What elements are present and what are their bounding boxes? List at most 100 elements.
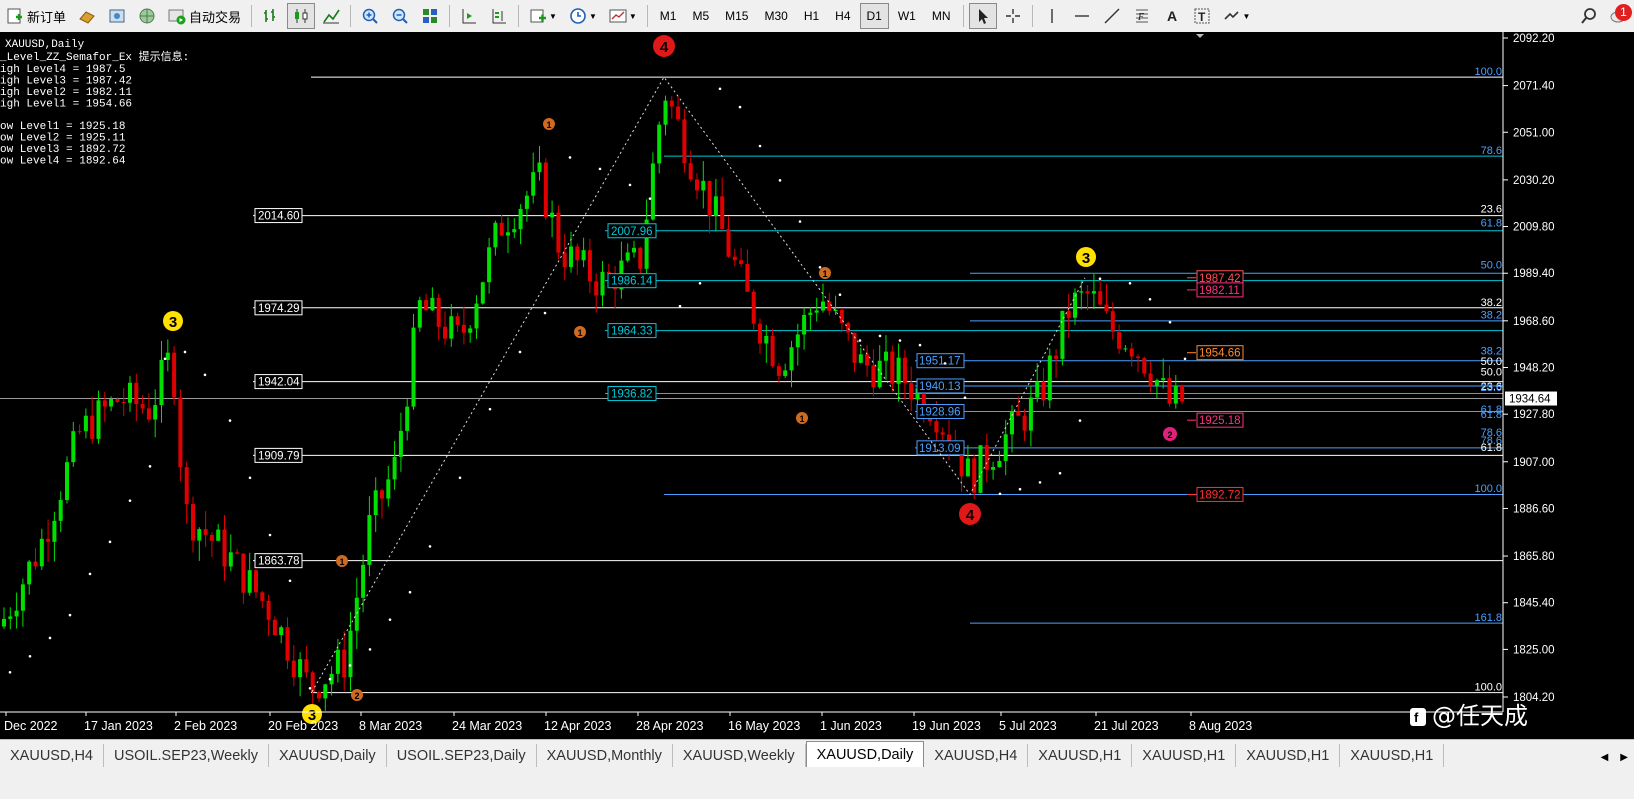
tile-windows-button[interactable]: [416, 3, 444, 29]
semafor-marker-label: 3: [169, 314, 177, 331]
vertical-line-button[interactable]: [1038, 3, 1066, 29]
candle-body: [581, 250, 586, 261]
chart-tab[interactable]: XAUUSD,Daily: [269, 744, 387, 768]
cursor-button[interactable]: [968, 3, 997, 29]
auto-trade-button[interactable]: 自动交易: [163, 3, 246, 29]
candle-body: [707, 180, 712, 217]
timeframe-m1-button[interactable]: M1: [653, 3, 684, 29]
new-order-button[interactable]: 新订单: [1, 3, 71, 29]
sar-dot: [998, 492, 1002, 496]
date-axis-label: 16 May 2023: [728, 719, 800, 733]
semafor-marker-label: 4: [660, 39, 669, 56]
line-chart-button[interactable]: [317, 3, 345, 29]
candlestick-chart-button[interactable]: [287, 3, 316, 29]
candle-body: [398, 430, 403, 457]
notifications-button[interactable]: 1: [1605, 3, 1633, 29]
chart-tab[interactable]: XAUUSD,Monthly: [537, 744, 673, 768]
trendline-button[interactable]: [1098, 3, 1126, 29]
sar-dot: [878, 334, 882, 338]
price-chart[interactable]: 2014.60 1974.29 1942.04 1909.79 1863.78 2007.…: [0, 32, 1634, 739]
candle-body: [266, 600, 271, 620]
sar-dot: [758, 144, 762, 148]
search-button[interactable]: [1575, 3, 1603, 29]
blue-level-label: 1951.17: [919, 356, 961, 368]
timeframe-d1-button[interactable]: D1: [859, 3, 889, 29]
candle-body: [550, 212, 555, 218]
timeframe-m30-button[interactable]: M30: [757, 3, 794, 29]
tabs-scroll-right-button[interactable]: ▶: [1615, 746, 1633, 768]
candle-body: [499, 222, 504, 236]
candle-body: [1123, 348, 1128, 350]
chart-tab[interactable]: XAUUSD,H1: [1236, 744, 1341, 768]
timeframe-h4-button[interactable]: H4: [828, 3, 857, 29]
candle-body: [14, 610, 19, 617]
candle-body: [285, 627, 290, 661]
chart-tab[interactable]: XAUUSD,H4: [924, 744, 1029, 768]
chart-tab[interactable]: XAUUSD,H1: [1132, 744, 1237, 768]
candle-body: [1173, 385, 1178, 404]
auto-scroll-button[interactable]: [455, 3, 483, 29]
date-axis-label: 19 Jun 2023: [912, 719, 981, 733]
text-label-button[interactable]: T: [1188, 3, 1216, 29]
timeframe-m5-button[interactable]: M5: [685, 3, 716, 29]
sar-dot: [963, 396, 967, 400]
horizontal-line-button[interactable]: [1068, 3, 1096, 29]
fib-percent-label: 38.2: [1481, 309, 1502, 321]
bar-chart-button[interactable]: [257, 3, 285, 29]
date-axis-label: 24 Mar 2023: [452, 719, 522, 733]
gold-bars-icon: [79, 11, 95, 24]
watermark-logo-letter: f: [1414, 710, 1419, 725]
candle-body: [833, 309, 838, 311]
templates-button[interactable]: ▼: [604, 3, 642, 29]
timeframe-m15-button[interactable]: M15: [718, 3, 755, 29]
zoom-out-button[interactable]: [386, 3, 414, 29]
sar-dot: [678, 304, 682, 308]
candle-body: [720, 196, 725, 230]
connection-button[interactable]: [133, 3, 161, 29]
candle-body: [487, 247, 492, 283]
candle-body: [1104, 304, 1109, 312]
candle-body: [506, 232, 510, 236]
chart-tab[interactable]: XAUUSD,H1: [1028, 744, 1133, 768]
candle-body: [625, 252, 630, 261]
timeframe-h1-button[interactable]: H1: [797, 3, 826, 29]
candle-body: [1110, 311, 1115, 332]
chart-tab[interactable]: USOIL.SEP23,Daily: [387, 744, 537, 768]
chart-tab[interactable]: XAUUSD,H1: [1340, 744, 1445, 768]
candle-body: [846, 322, 851, 333]
candle-body: [1148, 373, 1153, 386]
candle-body: [165, 352, 170, 360]
periods-button[interactable]: ▼: [564, 3, 602, 29]
cursor-icon: [978, 9, 988, 24]
arrows-button[interactable]: ▼: [1218, 3, 1256, 29]
candle-body: [713, 196, 718, 217]
clock-icon: [570, 8, 586, 24]
zoom-in-button[interactable]: [356, 3, 384, 29]
candle-body: [468, 328, 473, 333]
navigator-button[interactable]: [103, 3, 131, 29]
candle-body: [1066, 310, 1071, 318]
tabs-scroll-left-button[interactable]: ◀: [1596, 746, 1614, 768]
chart-tab[interactable]: XAUUSD,Weekly: [673, 744, 806, 768]
candle-body: [556, 212, 561, 253]
gold-market-button[interactable]: [73, 3, 101, 29]
indicator-info: XAUUSD,Daily_Level_ZZ_Semafor_Ex 提示信息:ig…: [0, 39, 189, 168]
fibonacci-button[interactable]: F: [1128, 3, 1156, 29]
timeframe-w1-button[interactable]: W1: [891, 3, 923, 29]
sar-dot: [268, 533, 272, 537]
candle-body: [701, 180, 706, 191]
chart-shift-button[interactable]: [485, 3, 513, 29]
chart-tab[interactable]: XAUUSD,Daily: [805, 741, 925, 768]
auto-scroll-icon: [462, 9, 477, 24]
candle-body: [20, 584, 25, 611]
candle-body: [814, 310, 819, 313]
timeframe-mn-button[interactable]: MN: [925, 3, 958, 29]
candle-body: [159, 359, 164, 406]
chart-canvas[interactable]: 2014.60 1974.29 1942.04 1909.79 1863.78 2007.…: [0, 32, 1634, 739]
text-button[interactable]: A: [1158, 3, 1186, 29]
chart-tab[interactable]: USOIL.SEP23,Weekly: [104, 744, 269, 768]
chart-tab[interactable]: XAUUSD,H4: [0, 744, 104, 768]
candle-body: [191, 504, 195, 541]
indicators-button[interactable]: ▼: [524, 3, 562, 29]
crosshair-button[interactable]: [999, 3, 1027, 29]
